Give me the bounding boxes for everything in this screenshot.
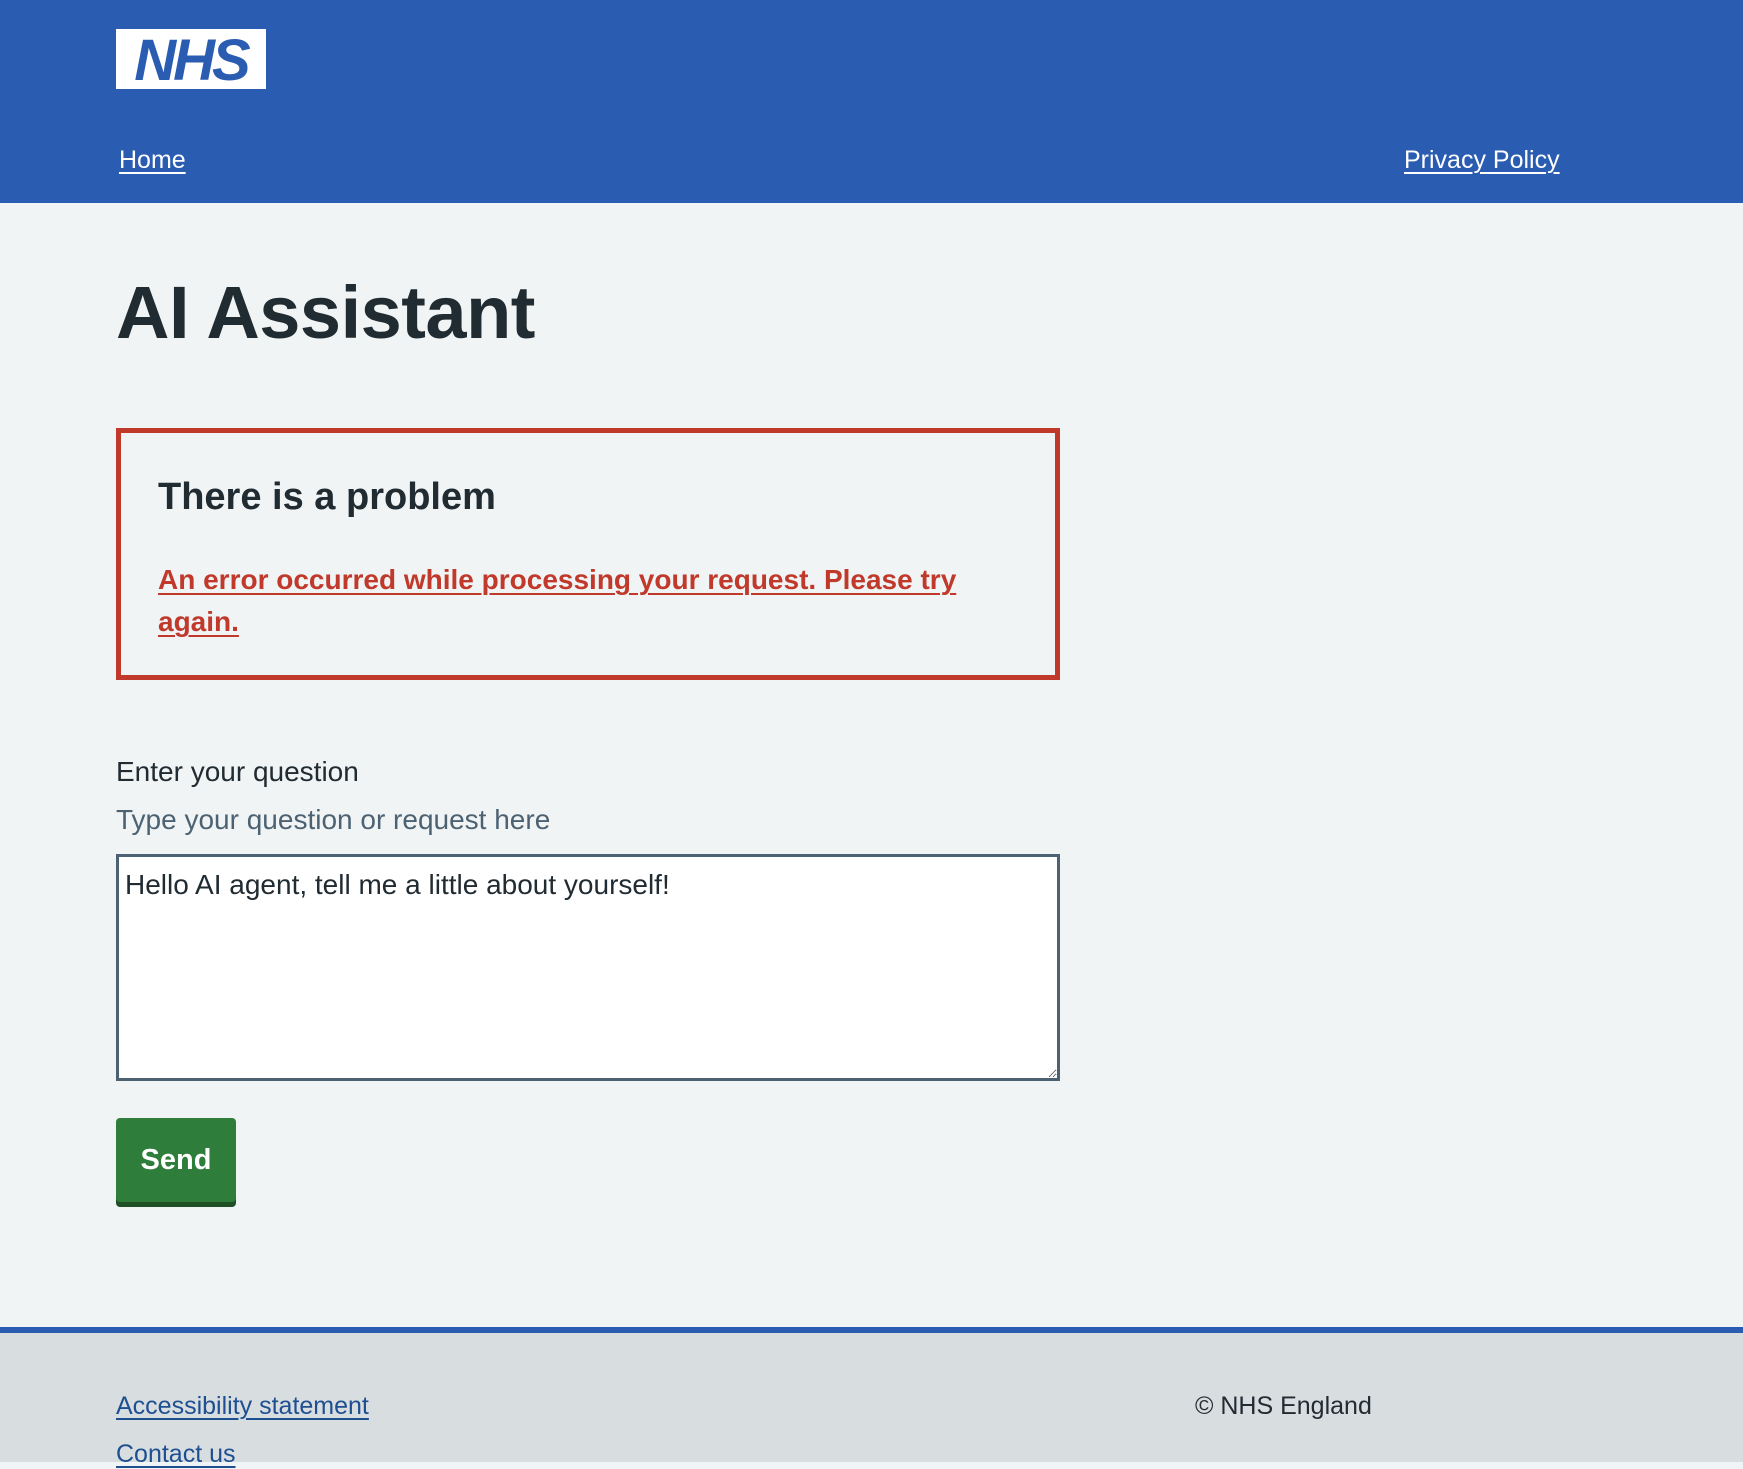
question-input[interactable]: Hello AI agent, tell me a little about y… [116, 854, 1060, 1081]
error-summary: There is a problem An error occurred whi… [116, 428, 1060, 680]
error-summary-title: There is a problem [158, 476, 496, 518]
accessibility-statement-link[interactable]: Accessibility statement [116, 1391, 369, 1421]
contact-us-link[interactable]: Contact us [116, 1439, 236, 1469]
site-header: NHS Home Privacy Policy [0, 0, 1743, 203]
send-button[interactable]: Send [116, 1118, 236, 1202]
nhs-logo-icon[interactable]: NHS [116, 29, 266, 89]
svg-text:NHS: NHS [134, 29, 251, 89]
copyright-text: © NHS England [1195, 1392, 1372, 1420]
question-hint: Type your question or request here [116, 804, 551, 835]
error-message-link[interactable]: An error occurred while processing your … [158, 559, 978, 643]
page-title: AI Assistant [116, 271, 535, 354]
site-footer: Accessibility statement Contact us © NHS… [0, 1327, 1743, 1468]
question-label: Enter your question [116, 756, 359, 787]
nav-home-link[interactable]: Home [119, 145, 186, 175]
nav-privacy-policy-link[interactable]: Privacy Policy [1404, 145, 1560, 175]
